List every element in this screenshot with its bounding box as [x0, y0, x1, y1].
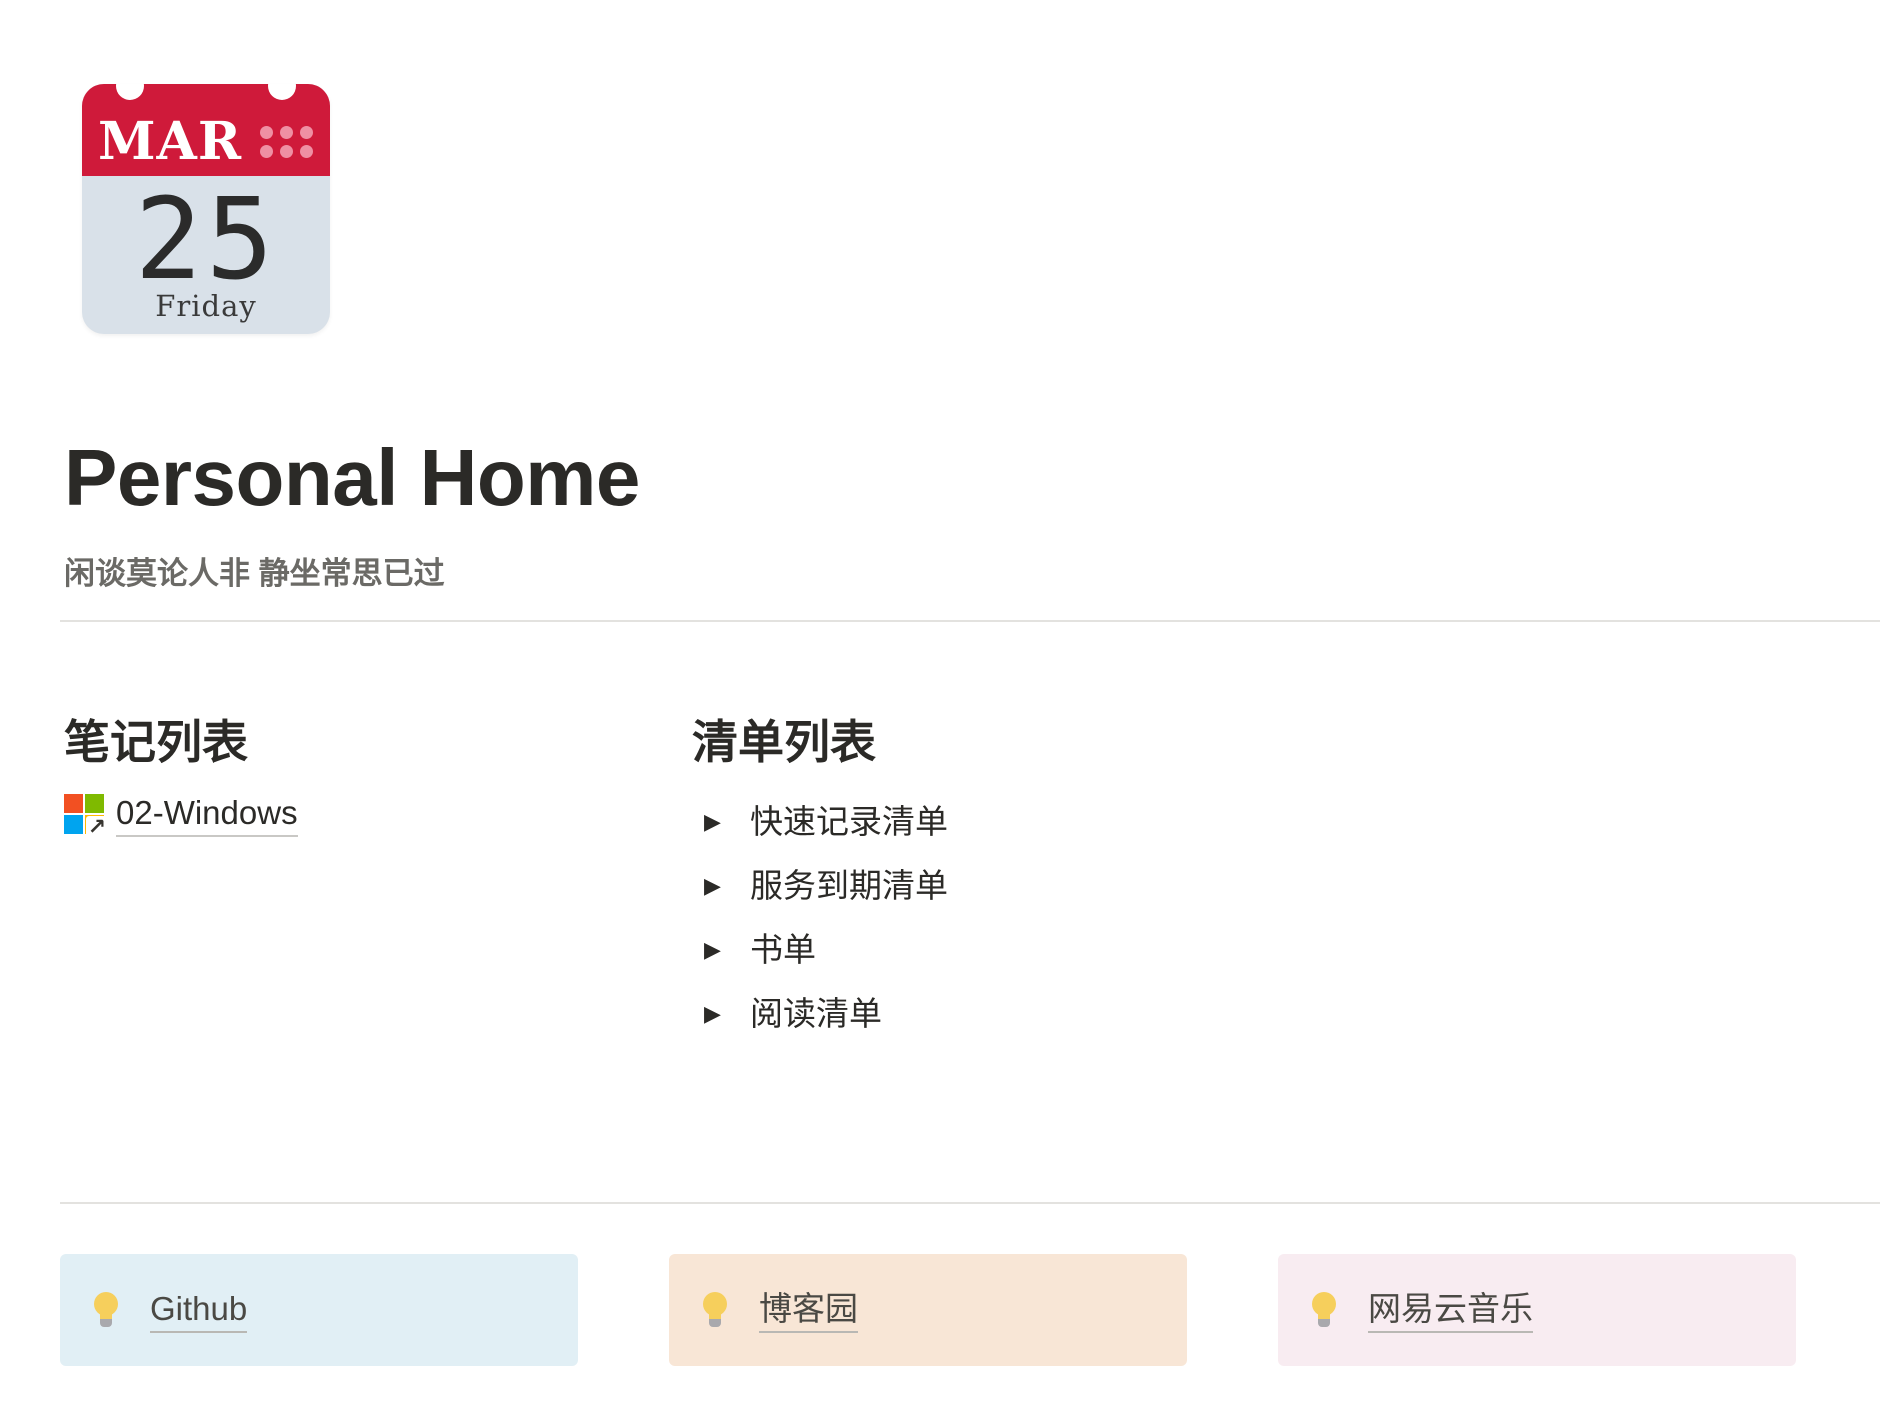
callout-netease-music: 网易云音乐 — [1278, 1254, 1796, 1366]
toggle-arrow-icon[interactable]: ▶ — [700, 992, 744, 1036]
calendar-ring-left — [116, 84, 144, 100]
toggle-arrow-icon[interactable]: ▶ — [700, 864, 744, 908]
toggle-arrow-icon[interactable]: ▶ — [700, 928, 744, 972]
page-link-02-windows[interactable]: ↗ 02-Windows — [64, 791, 298, 838]
toggle-quick-notes[interactable]: ▶ 快速记录清单 — [700, 790, 1400, 854]
toggle-book-list[interactable]: ▶ 书单 — [700, 918, 1400, 982]
notes-heading: 笔记列表 — [64, 716, 248, 768]
toggle-reading-list[interactable]: ▶ 阅读清单 — [700, 982, 1400, 1046]
toggle-service-expiry[interactable]: ▶ 服务到期清单 — [700, 854, 1400, 918]
calendar-icon[interactable]: MAR 25 Friday — [82, 84, 330, 334]
toggle-label[interactable]: 服务到期清单 — [750, 864, 948, 908]
calendar-month: MAR — [98, 111, 243, 172]
divider-top — [60, 620, 1880, 622]
lightbulb-icon — [92, 1292, 120, 1328]
toggle-arrow-icon[interactable]: ▶ — [700, 800, 744, 844]
page-title[interactable]: Personal Home — [64, 430, 640, 526]
toggle-label[interactable]: 阅读清单 — [750, 992, 882, 1036]
lightbulb-icon — [1310, 1292, 1338, 1328]
calendar-dots-icon — [260, 126, 320, 164]
calendar-weekday: Friday — [155, 289, 257, 323]
lists-heading: 清单列表 — [692, 716, 876, 768]
page-subtitle: 闲谈莫论人非 静坐常思已过 — [64, 556, 445, 591]
calendar-ring-right — [268, 84, 296, 100]
calendar-header: MAR — [82, 84, 330, 176]
callout-cnblogs: 博客园 — [669, 1254, 1187, 1366]
calendar-day: 25 — [134, 175, 278, 305]
toggle-list: ▶ 快速记录清单 ▶ 服务到期清单 ▶ 书单 ▶ 阅读清单 — [700, 790, 1400, 1046]
toggle-label[interactable]: 书单 — [750, 928, 816, 972]
callout-github: Github — [60, 1254, 578, 1366]
page-link-label[interactable]: 02-Windows — [116, 791, 298, 837]
toggle-label[interactable]: 快速记录清单 — [750, 800, 948, 844]
github-link[interactable]: Github — [150, 1287, 248, 1333]
windows-logo-link-icon: ↗ — [64, 794, 108, 838]
divider-bottom — [60, 1202, 1880, 1204]
cnblogs-link[interactable]: 博客园 — [759, 1287, 858, 1333]
lightbulb-icon — [701, 1292, 729, 1328]
netease-music-link[interactable]: 网易云音乐 — [1368, 1287, 1533, 1333]
